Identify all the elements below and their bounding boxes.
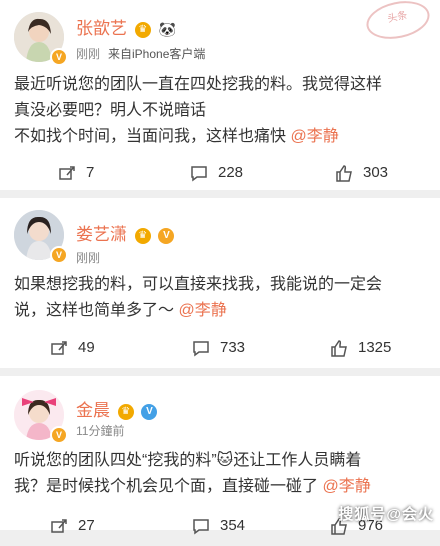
comment-icon [193,341,209,357]
action-bar: 7 228 303 [0,153,440,193]
cat-emoji-icon: 🐱 [216,452,234,469]
like-count: 1325 [358,339,392,356]
mention-link[interactable]: @李静 [322,478,370,495]
weibo-post-2: V 娄艺潇 ♛ V 刚刚 如果想挖我的料，可以直接来找我，我能说的一定会 说，这… [0,198,440,368]
comment-count: 228 [218,164,244,181]
comment-count: 354 [220,517,246,534]
watermark: 搜狐号@会火 [338,506,434,523]
post-line-text: 听说您的团队四处“挖我的料” [14,452,217,469]
verified-badge-icon: V [50,48,68,66]
comment-icon [193,519,209,535]
crown-icon: ♛ [117,404,134,420]
user-name[interactable]: 娄艺潇 ♛ V [76,220,175,245]
repost-count: 7 [86,164,95,181]
post-meta: 刚刚 来自iPhone客户端 [76,45,205,62]
action-bar: 49 733 1325 [0,328,440,368]
post-line: 最近听说您的团队一直在四处挖我的料。我觉得这样 [14,76,383,93]
comment-count: 733 [220,339,246,356]
user-name[interactable]: 金晨 ♛ V [76,396,158,421]
user-name-text[interactable]: 娄艺潇 [76,225,127,244]
user-name-text[interactable]: 金晨 [76,401,110,420]
post-time: 11分鐘前 [76,424,125,438]
post-line-text: 我？是时候找个机会见个面，直接碰一碰了 [14,478,323,495]
repost-icon [59,166,75,180]
verified-badge-icon: V [50,426,68,444]
comment-icon [191,166,207,182]
post-text: 最近听说您的团队一直在四处挖我的料。我觉得这样 真没必要吧？明人不说暗话 不如找… [14,72,429,150]
post-line-text: 还让工作人员瞒着 [233,452,362,469]
repost-count: 49 [78,339,95,356]
weibo-post-1: 头条 V 张歆艺 ♛ 🐼 刚刚 来自iPhone客户端 最近听说您的团队一直在四处… [0,0,440,190]
mention-link[interactable]: @李静 [178,302,226,319]
post-time: 刚刚 [76,47,101,61]
post-text: 听说您的团队四处“挖我的料”🐱还让工作人员瞒着 我？是时候找个机会见个面，直接碰… [14,448,429,500]
vip-icon: V [158,228,175,244]
post-line-text: 不如找个时间，当面问我，这样也痛快 [14,128,291,145]
post-line: 不如找个时间，当面问我，这样也痛快 @李静 [14,124,429,150]
panda-icon: 🐼 [158,21,176,37]
post-line: 如果想挖我的料，可以直接来找我，我能说的一定会 [14,276,383,293]
crown-icon: ♛ [134,22,151,38]
repost-icon [51,341,67,355]
vip-icon: V [141,404,158,420]
repost-count: 27 [78,517,95,534]
like-icon [336,165,352,182]
post-source: 来自iPhone客户端 [108,47,206,61]
post-line: 说，这样也简单多了～ @李静 [14,298,429,324]
post-line-text: 说，这样也简单多了～ [14,302,179,319]
post-meta: 刚刚 [76,249,100,266]
post-text: 如果想挖我的料，可以直接来找我，我能说的一定会 说，这样也简单多了～ @李静 [14,272,429,324]
user-name-text[interactable]: 张歆艺 [76,19,127,38]
like-count: 303 [363,164,389,181]
post-line: 真没必要吧？明人不说暗话 [14,102,207,119]
stamp-mark: 头条 [362,0,434,45]
like-icon [331,340,347,357]
verified-badge-icon: V [50,246,68,264]
post-meta: 11分鐘前 [76,422,124,439]
crown-icon: ♛ [134,228,151,244]
repost-icon [51,519,67,533]
user-name[interactable]: 张歆艺 ♛ 🐼 [76,14,176,39]
post-time: 刚刚 [76,251,101,265]
post-line: 听说您的团队四处“挖我的料”🐱还让工作人员瞒着 [14,448,429,474]
post-line: 我？是时候找个机会见个面，直接碰一碰了 @李静 [14,474,429,500]
mention-link[interactable]: @李静 [290,128,338,145]
